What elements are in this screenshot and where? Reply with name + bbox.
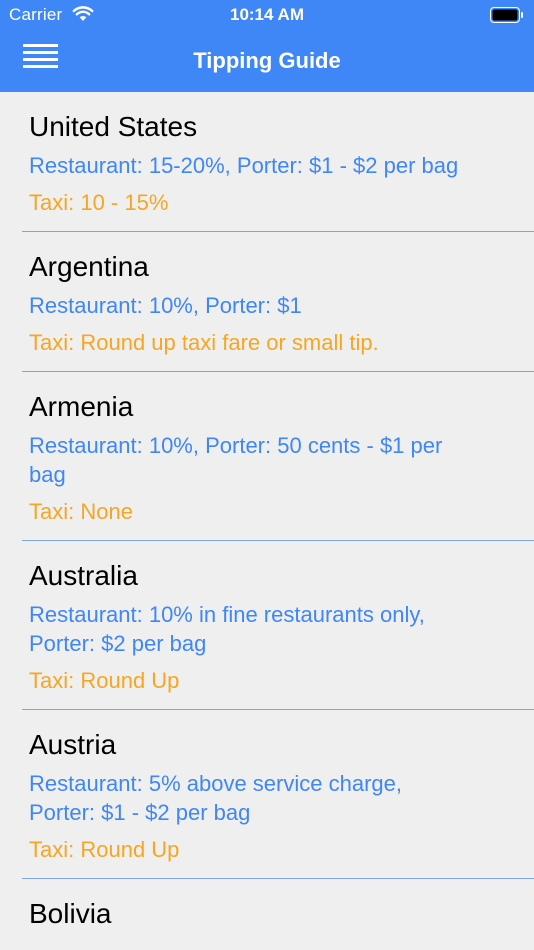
restaurant-porter-info: Restaurant: 5% above service charge, Por… [29,771,402,825]
country-name: Australia [29,560,138,591]
taxi-info: Taxi: Round up taxi fare or small tip. [29,330,379,355]
restaurant-porter-info: Restaurant: 10%, Porter: 50 cents - $1 p… [29,433,443,487]
country-row-bolivia[interactable]: Bolivia [22,879,534,950]
country-list[interactable]: United States Restaurant: 15-20%, Porter… [0,92,534,950]
country-row-armenia[interactable]: Armenia Restaurant: 10%, Porter: 50 cent… [22,372,534,541]
country-name: Armenia [29,391,134,422]
country-row-australia[interactable]: Australia Restaurant: 10% in fine restau… [22,541,534,710]
taxi-info: Taxi: Round Up [29,668,180,693]
restaurant-porter-info: Restaurant: 10%, Porter: $1 [29,293,302,318]
taxi-info: Taxi: Round Up [29,837,180,862]
taxi-info: Taxi: 10 - 15% [29,190,169,215]
country-name: Austria [29,729,117,760]
navigation-bar: Tipping Guide [0,30,534,92]
country-row-austria[interactable]: Austria Restaurant: 5% above service cha… [22,710,534,879]
status-time: 10:14 AM [229,5,304,24]
country-row-argentina[interactable]: Argentina Restaurant: 10%, Porter: $1 Ta… [22,232,534,372]
country-name: Argentina [29,251,149,282]
restaurant-porter-info: Restaurant: 15-20%, Porter: $1 - $2 per … [29,153,459,178]
country-row-united-states[interactable]: United States Restaurant: 15-20%, Porter… [22,92,534,232]
battery-icon [490,7,523,23]
menu-line [23,44,58,47]
country-name: Bolivia [29,898,112,929]
country-name: United States [29,111,198,142]
header: Carrier 10:14 AM Tipping Guide [0,0,534,92]
page-title: Tipping Guide [193,48,341,73]
status-bar: Carrier 10:14 AM [0,0,534,30]
taxi-info: Taxi: None [29,499,133,524]
restaurant-porter-info: Restaurant: 10% in fine restaurants only… [29,602,425,656]
